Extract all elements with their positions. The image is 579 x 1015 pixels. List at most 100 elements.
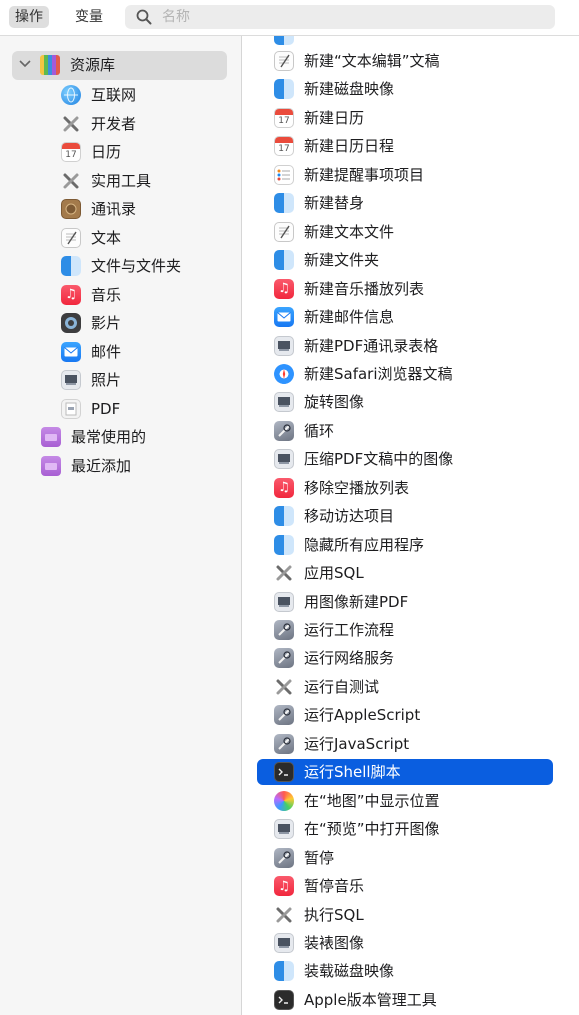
sidebar-item-0[interactable]: 互联网 [0, 81, 242, 109]
sidebar-item-4[interactable]: 通讯录 [0, 195, 242, 223]
action-label: 应用SQL [304, 564, 364, 583]
list-item[interactable]: ♫ 新建音乐播放列表 [257, 276, 553, 302]
list-item[interactable]: 新建磁盘映像 [257, 76, 553, 102]
list-item[interactable]: 新建文件夹 [257, 247, 553, 273]
sidebar-item-1[interactable]: 开发者 [0, 110, 242, 138]
action-list[interactable]: 新建“文本编辑”文稿 新建磁盘映像 17 新建日历 17 新建日历日程 新建提醒事项项目 新建… [243, 36, 579, 1015]
action-label: 执行SQL [304, 905, 364, 924]
list-item[interactable]: 装载磁盘映像 [257, 958, 553, 984]
list-item[interactable]: 用图像新建PDF [257, 589, 553, 615]
action-label: 旋转图像 [304, 393, 365, 412]
sidebar-item-10[interactable]: 照片 [0, 366, 242, 394]
finder-icon [274, 193, 294, 214]
list-item[interactable]: 新建文本文件 [257, 219, 553, 245]
mail-icon [61, 341, 81, 362]
action-label: 新建提醒事项项目 [304, 165, 425, 184]
sidebar-item-11[interactable]: PDF [0, 395, 242, 423]
sidebar-item-7[interactable]: ♫ 音乐 [0, 281, 242, 309]
library-icon [40, 55, 60, 75]
list-item[interactable]: 新建提醒事项项目 [257, 162, 553, 188]
preview-icon [274, 819, 294, 840]
list-item[interactable]: 新建PDF通讯录表格 [257, 333, 553, 359]
list-item[interactable]: 新建“文本编辑”文稿 [257, 48, 553, 74]
calendar-icon: 17 [61, 142, 81, 162]
action-label: 运行Shell脚本 [304, 763, 401, 782]
action-label: 压缩PDF文稿中的图像 [304, 450, 454, 469]
music-icon: ♫ [274, 876, 294, 897]
movies-icon [61, 313, 81, 333]
sidebar-item-3[interactable]: 实用工具 [0, 167, 242, 195]
list-item-clipped[interactable] [257, 36, 553, 48]
sidebar-item-9[interactable]: 邮件 [0, 338, 242, 366]
list-item[interactable]: 运行工作流程 [257, 617, 553, 643]
folder-icon [41, 427, 61, 447]
list-item[interactable]: 17 新建日历日程 [257, 133, 553, 159]
text-document-icon [61, 227, 81, 248]
sidebar-item-label: PDF [91, 399, 121, 418]
list-item[interactable]: 暂停 [257, 845, 553, 871]
music-icon: ♫ [274, 278, 294, 299]
tab-actions[interactable]: 操作 [9, 6, 49, 28]
action-label: 运行JavaScript [304, 734, 410, 753]
list-item[interactable]: 新建Safari浏览器文稿 [257, 361, 553, 387]
list-item[interactable]: Apple版本管理工具 [257, 987, 553, 1013]
list-item[interactable]: ♫ 移除空播放列表 [257, 475, 553, 501]
sidebar-item-label: 实用工具 [91, 171, 152, 190]
sidebar-item-label: 互联网 [91, 86, 137, 104]
text-document-icon [274, 221, 294, 242]
action-label: 运行AppleScript [304, 706, 421, 725]
tools-icon [61, 171, 81, 191]
sidebar-item-label: 文本 [91, 228, 122, 247]
search-field[interactable]: 名称 [125, 5, 555, 29]
sidebar-item-label: 音乐 [91, 285, 122, 304]
sidebar-item-library[interactable]: 资源库 [12, 51, 227, 80]
toolbar: 操作 变量 名称 [0, 0, 579, 36]
list-item[interactable]: 运行自测试 [257, 674, 553, 700]
list-item[interactable]: 装裱图像 [257, 930, 553, 956]
tab-variables[interactable]: 变量 [69, 6, 109, 28]
list-item[interactable]: 移动访达项目 [257, 503, 553, 529]
list-item[interactable]: 循环 [257, 418, 553, 444]
sidebar-item-2[interactable]: 17 日历 [0, 138, 242, 166]
finder-icon [274, 534, 294, 555]
list-item[interactable]: 执行SQL [257, 902, 553, 928]
sidebar-item-6[interactable]: 文件与文件夹 [0, 252, 242, 280]
action-label: 隐藏所有应用程序 [304, 535, 425, 554]
sidebar-smart-group-0[interactable]: 最常使用的 [0, 423, 242, 451]
list-item[interactable]: 运行网络服务 [257, 645, 553, 671]
list-item[interactable]: 在“地图”中显示位置 [257, 788, 553, 814]
action-label: 新建文本文件 [304, 222, 395, 241]
list-item[interactable]: 运行AppleScript [257, 702, 553, 728]
list-item[interactable]: 旋转图像 [257, 389, 553, 415]
list-item[interactable]: 压缩PDF文稿中的图像 [257, 446, 553, 472]
list-item[interactable]: 在“预览”中打开图像 [257, 816, 553, 842]
music-icon: ♫ [61, 284, 81, 305]
list-item[interactable]: 17 新建日历 [257, 105, 553, 131]
sidebar-item-5[interactable]: 文本 [0, 224, 242, 252]
automator-icon [274, 705, 294, 726]
chevron-down-icon[interactable] [19, 60, 31, 68]
music-icon: ♫ [274, 477, 294, 498]
tools-icon [274, 677, 294, 697]
list-item-selected[interactable]: 运行Shell脚本 [257, 759, 553, 786]
list-item[interactable]: 隐藏所有应用程序 [257, 532, 553, 558]
list-item[interactable]: 应用SQL [257, 560, 553, 586]
sidebar-item-8[interactable]: 影片 [0, 309, 242, 337]
sidebar-library-label: 资源库 [70, 56, 116, 74]
action-label: 暂停 [304, 848, 335, 867]
action-label: 新建日历日程 [304, 137, 395, 156]
action-label: 新建“文本编辑”文稿 [304, 52, 440, 70]
list-item[interactable]: 新建邮件信息 [257, 304, 553, 330]
automator-icon [274, 733, 294, 754]
maps-icon [274, 790, 294, 811]
sidebar-item-label: 照片 [91, 371, 122, 389]
preview-icon [274, 932, 294, 953]
sidebar-item-label: 通讯录 [91, 200, 137, 218]
sidebar: 资源库 互联网开发者 17 日历实用工具通讯录文本文件与文件夹 ♫ 音乐影片 邮件照片 PD… [0, 36, 242, 1015]
sidebar-smart-group-1[interactable]: 最近添加 [0, 452, 242, 480]
sidebar-smart-group-label: 最常使用的 [71, 428, 147, 446]
list-item[interactable]: 运行JavaScript [257, 731, 553, 757]
action-label: 装载磁盘映像 [304, 962, 395, 981]
list-item[interactable]: ♫ 暂停音乐 [257, 873, 553, 899]
list-item[interactable]: 新建替身 [257, 190, 553, 216]
